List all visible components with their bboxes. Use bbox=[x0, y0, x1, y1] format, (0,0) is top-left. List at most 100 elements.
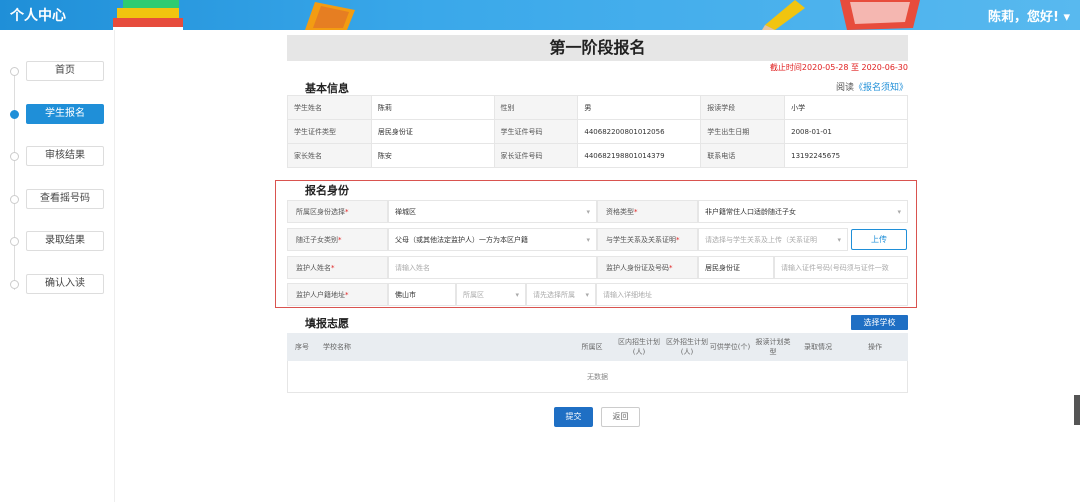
table-row: 学生姓名 陈莉 性别 男 报读学段 小学 bbox=[287, 95, 908, 120]
form-row-child-type: 随迁子女类别* 父母（或其他法定监护人）一方为本区户籍 ▾ 与学生关系及关系证明*… bbox=[287, 228, 908, 251]
info-value: 2008-01-01 bbox=[784, 119, 908, 144]
child-type-value: 父母（或其他法定监护人）一方为本区户籍 bbox=[395, 236, 528, 244]
child-type-label: 随迁子女类别* bbox=[287, 228, 388, 251]
info-label: 联系电话 bbox=[700, 143, 786, 168]
address-district-placeholder: 所属区 bbox=[463, 291, 484, 299]
info-value: 男 bbox=[577, 95, 702, 120]
qual-label: 资格类型* bbox=[597, 200, 698, 223]
form-row-district: 所属区身份选择* 禅城区 ▾ 资格类型* 非户籍常住人口适龄随迁子女 ▾ bbox=[287, 200, 908, 223]
table-row: 学生证件类型 居民身份证 学生证件号码 440682200801012056 学… bbox=[287, 119, 908, 144]
address-city-select[interactable]: 佛山市 bbox=[388, 283, 456, 306]
column-header: 报读计划类型 bbox=[755, 338, 791, 356]
timeline-dot-lottery bbox=[10, 195, 19, 204]
sidebar bbox=[0, 30, 115, 502]
info-label: 学生姓名 bbox=[287, 95, 372, 120]
sidebar-item-lottery[interactable]: 查看摇号码 bbox=[26, 189, 104, 209]
district-label: 所属区身份选择* bbox=[287, 200, 388, 223]
info-value: 13192245675 bbox=[784, 143, 908, 168]
app-title: 个人中心 bbox=[10, 8, 66, 24]
notebook-illustration bbox=[305, 2, 355, 30]
relation-select[interactable]: 请选择与学生关系及上传（关系证明 ▾ bbox=[698, 228, 848, 251]
submit-button[interactable]: 提交 bbox=[554, 407, 593, 427]
sidebar-item-admission[interactable]: 录取结果 bbox=[26, 231, 104, 251]
column-header: 区内招生计划(人) bbox=[618, 338, 660, 356]
timeline-dot-review bbox=[10, 152, 19, 161]
back-button[interactable]: 返回 bbox=[601, 407, 640, 427]
address-district-select[interactable]: 所属区 ▾ bbox=[456, 283, 526, 306]
info-label: 学生出生日期 bbox=[700, 119, 786, 144]
relation-placeholder: 请选择与学生关系及上传（关系证明 bbox=[705, 236, 817, 244]
info-value: 居民身份证 bbox=[370, 119, 495, 144]
qual-select[interactable]: 非户籍常住人口适龄随迁子女 ▾ bbox=[698, 200, 908, 223]
chevron-down-icon: ▾ bbox=[586, 236, 590, 244]
chevron-down-icon: ▾ bbox=[585, 291, 589, 299]
info-label: 家长姓名 bbox=[287, 143, 372, 168]
guardian-id-label-text: 监护人身份证及号码 bbox=[606, 264, 669, 272]
guardian-id-label: 监护人身份证及号码* bbox=[597, 256, 698, 279]
books-illustration bbox=[113, 0, 183, 30]
required-mark: * bbox=[338, 236, 342, 244]
info-label: 家长证件号码 bbox=[493, 143, 579, 168]
district-value: 禅城区 bbox=[395, 208, 416, 216]
qual-value: 非户籍常住人口适龄随迁子女 bbox=[705, 208, 796, 216]
info-value: 440682198801014379 bbox=[577, 143, 702, 168]
required-mark: * bbox=[345, 208, 349, 216]
guardian-id-input[interactable]: 请输入证件号码(号码须与证件一致 bbox=[774, 256, 908, 279]
address-street-placeholder: 请先选择所属 bbox=[533, 291, 575, 299]
select-school-button[interactable]: 选择学校 bbox=[851, 315, 908, 330]
user-menu[interactable]: 陈莉，您好! ▾ bbox=[988, 6, 1070, 25]
side-scroll-handle[interactable] bbox=[1074, 395, 1080, 425]
guardian-name-label: 监护人姓名* bbox=[287, 256, 388, 279]
required-mark: * bbox=[331, 264, 335, 272]
relation-label: 与学生关系及关系证明* bbox=[597, 228, 698, 251]
timeline-dot-register bbox=[10, 110, 19, 119]
column-header: 区外招生计划(人) bbox=[666, 338, 708, 356]
info-label: 学生证件号码 bbox=[493, 119, 579, 144]
info-value: 陈莉 bbox=[370, 95, 495, 120]
info-label: 性别 bbox=[493, 95, 579, 120]
required-mark: * bbox=[634, 208, 638, 216]
chevron-down-icon: ▾ bbox=[897, 208, 901, 216]
sidebar-item-register[interactable]: 学生报名 bbox=[26, 104, 104, 124]
top-header: 个人中心 陈莉，您好! ▾ bbox=[0, 0, 1080, 30]
sidebar-item-review[interactable]: 审核结果 bbox=[26, 146, 104, 166]
guardian-name-label-text: 监护人姓名 bbox=[296, 264, 331, 272]
info-label: 学生证件类型 bbox=[287, 119, 372, 144]
info-label: 报读学段 bbox=[700, 95, 786, 120]
form-row-guardian: 监护人姓名* 请输入姓名 监护人身份证及号码* 居民身份证 请输入证件号码(号码… bbox=[287, 256, 908, 279]
chevron-down-icon: ▾ bbox=[515, 291, 519, 299]
pencil-illustration bbox=[762, 0, 805, 30]
district-label-text: 所属区身份选择 bbox=[296, 208, 345, 216]
sidebar-item-confirm[interactable]: 确认入读 bbox=[26, 274, 104, 294]
table-row: 家长姓名 陈安 家长证件号码 440682198801014379 联系电话 1… bbox=[287, 143, 908, 168]
info-value: 小学 bbox=[784, 95, 908, 120]
timeline-dot-home bbox=[10, 67, 19, 76]
address-detail-input[interactable]: 请输入详细地址 bbox=[596, 283, 908, 306]
district-select[interactable]: 禅城区 ▾ bbox=[388, 200, 597, 223]
timeline-line bbox=[14, 70, 15, 290]
notice-link[interactable]: 《报名须知》 bbox=[854, 83, 908, 93]
required-mark: * bbox=[676, 236, 680, 244]
column-header: 可供学位(个) bbox=[709, 343, 751, 351]
basic-info-table: 学生姓名 陈莉 性别 男 报读学段 小学 学生证件类型 居民身份证 学生证件号码… bbox=[287, 95, 908, 168]
child-type-select[interactable]: 父母（或其他法定监护人）一方为本区户籍 ▾ bbox=[388, 228, 597, 251]
book-illustration-right bbox=[840, 0, 920, 30]
guardian-id-type-select[interactable]: 居民身份证 bbox=[698, 256, 774, 279]
relation-label-text: 与学生关系及关系证明 bbox=[606, 236, 676, 244]
column-header: 操作 bbox=[868, 343, 882, 351]
required-mark: * bbox=[669, 264, 673, 272]
page-title: 第一阶段报名 bbox=[287, 35, 908, 61]
wish-title: 填报志愿 bbox=[305, 317, 349, 330]
form-row-address: 监护人户籍地址* 佛山市 所属区 ▾ 请先选择所属 ▾ 请输入详细地址 bbox=[287, 283, 908, 306]
column-header: 序号 bbox=[295, 343, 309, 351]
upload-button[interactable]: 上传 bbox=[851, 229, 907, 250]
address-label: 监护人户籍地址* bbox=[287, 283, 388, 306]
read-notice: 阅读《报名须知》 bbox=[836, 80, 908, 93]
guardian-name-input[interactable]: 请输入姓名 bbox=[388, 256, 597, 279]
address-street-select[interactable]: 请先选择所属 ▾ bbox=[526, 283, 596, 306]
qual-label-text: 资格类型 bbox=[606, 208, 634, 216]
sidebar-item-home[interactable]: 首页 bbox=[26, 61, 104, 81]
identity-title: 报名身份 bbox=[305, 184, 349, 197]
wish-table-empty: 无数据 bbox=[287, 361, 908, 393]
timeline-dot-confirm bbox=[10, 280, 19, 289]
